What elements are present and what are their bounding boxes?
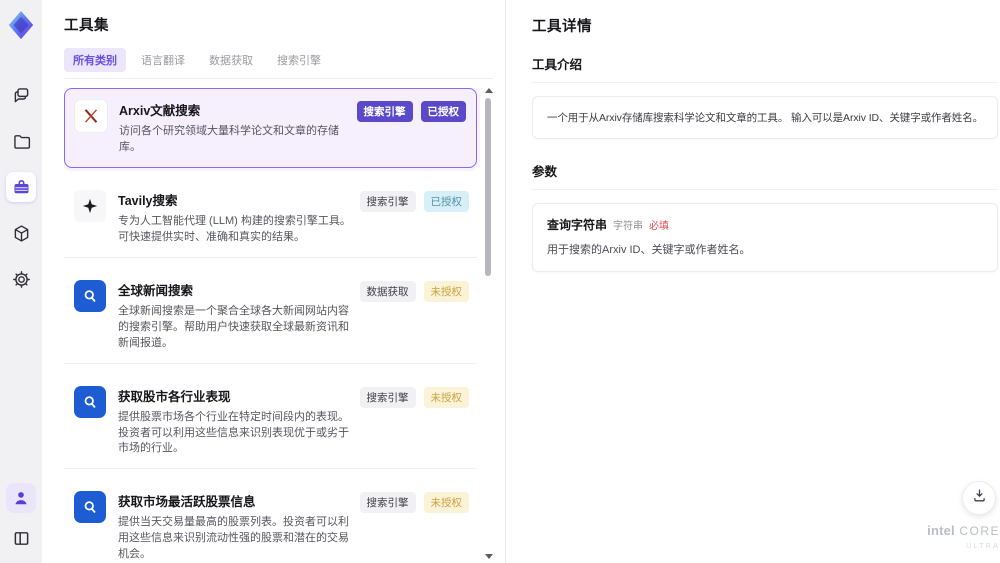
sidebar-item-panel-toggle[interactable]	[6, 523, 36, 553]
intel-core-logo: intel CORE ULTRA	[927, 522, 1000, 550]
blue-search-icon	[74, 491, 106, 524]
tool-name: 获取股市各行业表现	[118, 389, 231, 404]
tab-data-acquisition[interactable]: 数据获取	[200, 48, 262, 72]
category-badge: 搜索引擎	[359, 190, 416, 212]
tavily-star-icon	[74, 189, 106, 222]
tool-name: 全球新闻搜索	[118, 283, 194, 298]
tab-all-categories[interactable]: 所有类别	[64, 48, 126, 72]
chat-icon	[11, 85, 32, 106]
tool-description: 访问各个研究领域大量科学论文和文章的存储库。	[119, 125, 339, 153]
param-required-badge: 必填	[649, 221, 670, 232]
category-tabs: 所有类别 语言翻译 数据获取 搜索引擎	[64, 48, 493, 79]
cube-icon	[11, 223, 32, 244]
tool-card-arxiv[interactable]: Arxiv文献搜索 访问各个研究领域大量科学论文和文章的存储库。 搜索引擎 已授…	[64, 88, 477, 168]
scroll-down-arrow-icon[interactable]	[485, 554, 493, 559]
tool-card-tavily[interactable]: Tavily搜索 专为人工智能代理 (LLM) 构建的搜索引擎工具。可快速提供实…	[64, 178, 477, 258]
sidebar-item-account[interactable]	[6, 483, 36, 513]
category-badge: 搜索引擎	[359, 386, 416, 408]
tab-language-translation[interactable]: 语言翻译	[132, 48, 194, 72]
list-scrollbar[interactable]	[484, 88, 493, 559]
toolbox-icon	[11, 177, 32, 198]
intro-section-header: 工具介绍	[532, 54, 998, 83]
tab-search-engine[interactable]: 搜索引擎	[268, 48, 330, 72]
scroll-up-arrow-icon[interactable]	[485, 88, 493, 93]
tools-list-panel: 工具集 所有类别 语言翻译 数据获取 搜索引擎 Arxiv文献搜索 访问各个研究…	[42, 0, 505, 563]
tool-card-global-news[interactable]: 全球新闻搜索 全球新闻搜索是一个聚合全球各大新闻网站内容的搜索引擎。帮助用户快速…	[64, 268, 477, 364]
panel-layout-icon	[11, 528, 32, 549]
sidebar-item-files[interactable]	[6, 126, 36, 156]
user-icon	[11, 488, 31, 508]
tool-intro-text: 一个用于从Arxiv存储库搜索科学论文和文章的工具。 输入可以是Arxiv ID…	[532, 96, 998, 139]
gear-icon	[11, 269, 32, 290]
sidebar-item-toolbox[interactable]	[6, 172, 36, 202]
tool-card-most-active-stocks[interactable]: 获取市场最活跃股票信息 提供当天交易量最高的股票列表。投资者可以利用这些信息来识…	[64, 480, 477, 563]
param-type: 字符串	[613, 221, 644, 232]
app-logo	[6, 10, 36, 40]
download-button[interactable]	[962, 481, 996, 515]
tool-details-panel: 工具详情 工具介绍 一个用于从Arxiv存储库搜索科学论文和文章的工具。 输入可…	[505, 0, 1000, 563]
tool-description: 全球新闻搜索是一个聚合全球各大新闻网站内容的搜索引擎。帮助用户快速获取全球最新资…	[118, 304, 349, 349]
param-name: 查询字符串	[547, 218, 608, 232]
page-title: 工具集	[64, 18, 109, 34]
auth-status-badge: 已授权	[420, 101, 466, 122]
scrollbar-thumb[interactable]	[485, 98, 491, 276]
download-icon	[971, 487, 988, 509]
core-brand-text: CORE	[959, 524, 1000, 539]
tool-card-sector-performance[interactable]: 获取股市各行业表现 提供股票市场各个行业在特定时间段内的表现。投资者可以利用这些…	[64, 374, 477, 470]
param-description: 用于搜索的Arxiv ID、关键字或作者姓名。	[547, 244, 751, 256]
params-section-header: 参数	[532, 161, 998, 190]
ultra-brand-text: ULTRA	[965, 540, 1000, 550]
tool-name: Tavily搜索	[118, 193, 178, 208]
tool-description: 提供当天交易量最高的股票列表。投资者可以利用这些信息来识别流动性强的股票和潜在的…	[118, 516, 349, 561]
auth-status-badge: 未授权	[423, 280, 469, 302]
sidebar-item-packages[interactable]	[6, 218, 36, 248]
details-title: 工具详情	[532, 19, 592, 35]
intel-brand-text: intel	[927, 523, 955, 539]
tool-description: 专为人工智能代理 (LLM) 构建的搜索引擎工具。可快速提供实时、准确和真实的结…	[118, 214, 351, 243]
blue-search-icon	[74, 279, 106, 312]
tool-list: Arxiv文献搜索 访问各个研究领域大量科学论文和文章的存储库。 搜索引擎 已授…	[64, 88, 493, 563]
blue-search-icon	[74, 385, 106, 418]
tool-description: 提供股票市场各个行业在特定时间段内的表现。投资者可以利用这些信息来识别表现优于或…	[118, 410, 349, 455]
parameter-card: 查询字符串 字符串 必填 用于搜索的Arxiv ID、关键字或作者姓名。	[532, 203, 998, 272]
auth-status-badge: 未授权	[423, 386, 469, 408]
sidebar-item-chat[interactable]	[6, 80, 36, 110]
arxiv-icon	[75, 100, 107, 132]
tool-name: Arxiv文献搜索	[119, 104, 201, 118]
sidebar-item-settings[interactable]	[6, 264, 36, 294]
app-sidebar	[0, 0, 42, 563]
category-badge: 数据获取	[359, 280, 416, 302]
folder-icon	[11, 131, 32, 152]
tool-name: 获取市场最活跃股票信息	[118, 495, 256, 510]
auth-status-badge: 未授权	[423, 492, 469, 514]
category-badge: 搜索引擎	[356, 101, 413, 122]
category-badge: 搜索引擎	[359, 492, 416, 514]
auth-status-badge: 已授权	[423, 190, 469, 212]
